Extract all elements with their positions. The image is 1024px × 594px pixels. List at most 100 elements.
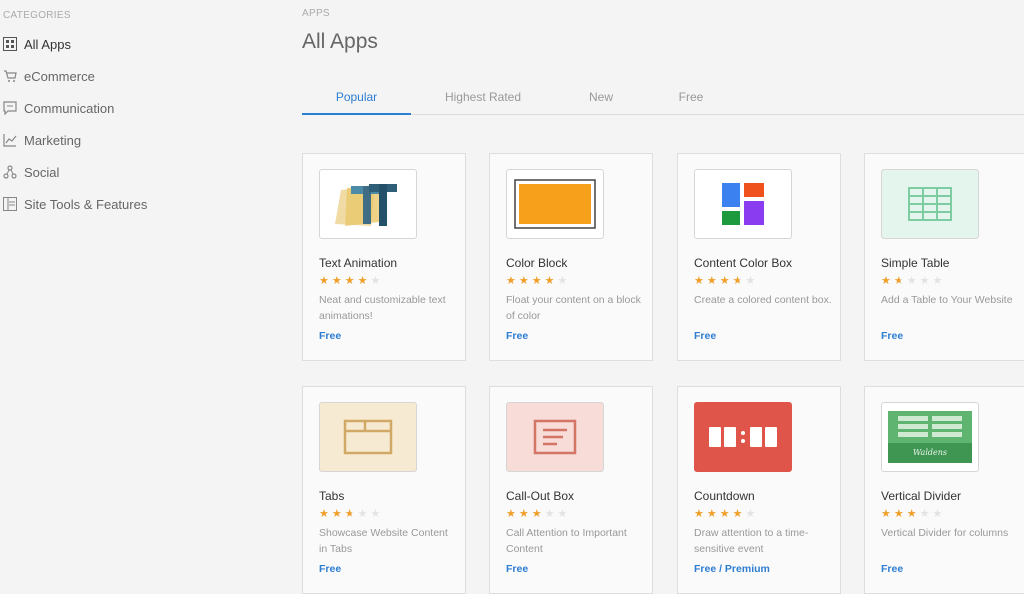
star-icon: ★ — [919, 275, 933, 287]
star-rating: ★★★★★ — [881, 508, 945, 520]
star-icon: ★ — [919, 508, 933, 520]
cart-icon — [2, 68, 18, 84]
app-card-simple-table[interactable]: Simple Table ★★★★★ Add a Table to Your W… — [864, 153, 1024, 361]
star-icon: ★ — [319, 508, 332, 520]
sidebar-item-social[interactable]: Social — [0, 161, 59, 183]
tab-highest-rated[interactable]: Highest Rated — [430, 80, 536, 114]
star-icon: ★ — [370, 275, 384, 287]
star-icon: ★ — [544, 508, 558, 520]
star-rating: ★★★★★ — [881, 275, 945, 287]
tab-free[interactable]: Free — [667, 80, 715, 114]
sidebar-item-marketing[interactable]: Marketing — [0, 129, 81, 151]
sidebar-item-label: Site Tools & Features — [24, 196, 148, 212]
app-price: Free — [319, 330, 342, 342]
categories-heading: CATEGORIES — [3, 10, 71, 21]
star-icon: ★ — [344, 275, 358, 287]
sidebar-item-label: All Apps — [24, 36, 71, 52]
star-icon: ★ — [518, 508, 532, 520]
app-card-vertical-divider[interactable]: Waldens Vertical Divider ★★★★★ Vertical … — [864, 386, 1024, 594]
chart-icon — [2, 132, 18, 148]
star-icon: ★ — [370, 508, 384, 520]
star-icon: ★ — [518, 275, 532, 287]
app-price: Free — [694, 330, 717, 342]
app-card-countdown[interactable]: Countdown ★★★★★ Draw attention to a time… — [677, 386, 841, 594]
sidebar-item-ecommerce[interactable]: eCommerce — [0, 65, 95, 87]
callout-box-icon — [506, 402, 604, 472]
star-rating: ★★★★★ — [506, 275, 570, 287]
app-card-content-color-box[interactable]: Content Color Box ★★★★★ Create a colored… — [677, 153, 841, 361]
star-icon: ★ — [732, 275, 746, 287]
app-title: Content Color Box — [694, 256, 793, 270]
star-icon: ★ — [544, 275, 558, 287]
star-icon: ★ — [357, 508, 371, 520]
sidebar-item-site-tools[interactable]: Site Tools & Features — [0, 193, 147, 215]
star-icon: ★ — [881, 275, 894, 287]
star-icon: ★ — [745, 508, 759, 520]
star-rating: ★★★★★ — [319, 275, 383, 287]
app-description: Neat and customizable text animations! — [319, 294, 446, 322]
app-title: Countdown — [694, 489, 755, 503]
app-card-color-block[interactable]: Color Block ★★★★★ Float your content on … — [489, 153, 653, 361]
star-icon: ★ — [745, 275, 759, 287]
star-rating: ★★★★★ — [694, 508, 758, 520]
star-icon: ★ — [881, 508, 894, 520]
tabs-icon — [319, 402, 417, 472]
star-icon: ★ — [893, 508, 907, 520]
star-icon: ★ — [906, 275, 920, 287]
sidebar-item-all-apps[interactable]: All Apps — [0, 33, 71, 55]
content-color-box-icon — [694, 169, 792, 239]
tab-new[interactable]: New — [577, 80, 625, 114]
app-price: Free — [881, 563, 904, 575]
app-title: Text Animation — [319, 256, 398, 270]
sidebar-item-label: Communication — [24, 100, 115, 116]
star-rating: ★★★★★ — [506, 508, 570, 520]
star-icon: ★ — [531, 508, 545, 520]
table-icon — [881, 169, 979, 239]
share-icon — [2, 164, 18, 180]
app-title: Tabs — [319, 489, 345, 503]
star-rating: ★★★★★ — [319, 508, 383, 520]
app-price: Free / Premium — [694, 563, 770, 575]
sidebar-item-label: Marketing — [24, 132, 82, 148]
app-description: Showcase Website Content in Tabs — [319, 527, 448, 555]
breadcrumb[interactable]: APPS — [302, 8, 330, 19]
star-icon: ★ — [694, 275, 707, 287]
star-icon: ★ — [732, 508, 746, 520]
sidebar-item-label: eCommerce — [24, 68, 95, 84]
star-icon: ★ — [531, 275, 545, 287]
sidebar-item-communication[interactable]: Communication — [0, 97, 114, 119]
star-icon: ★ — [932, 275, 946, 287]
app-description: Create a colored content box. — [694, 294, 832, 306]
app-title: Color Block — [506, 256, 568, 270]
app-card-call-out-box[interactable]: Call-Out Box ★★★★★ Call Attention to Imp… — [489, 386, 653, 594]
star-icon: ★ — [706, 275, 720, 287]
app-description: Vertical Divider for columns — [881, 527, 1009, 539]
star-icon: ★ — [906, 508, 920, 520]
app-description: Add a Table to Your Website — [881, 294, 1013, 306]
app-price: Free — [881, 330, 904, 342]
app-price: Free — [319, 563, 342, 575]
star-icon: ★ — [331, 275, 345, 287]
star-icon: ★ — [357, 275, 371, 287]
color-block-icon — [506, 169, 604, 239]
star-icon: ★ — [932, 508, 946, 520]
app-price: Free — [506, 330, 529, 342]
app-description: Float your content on a block of color — [506, 294, 641, 322]
star-icon: ★ — [706, 508, 720, 520]
app-card-tabs[interactable]: Tabs ★★★★★ Showcase Website Content in T… — [302, 386, 466, 594]
star-icon: ★ — [719, 275, 733, 287]
app-title: Call-Out Box — [506, 489, 575, 503]
app-description: Call Attention to Important Content — [506, 527, 627, 555]
star-icon: ★ — [893, 275, 907, 287]
chat-icon — [2, 100, 18, 116]
sort-tabs: Popular Highest Rated New Free — [302, 80, 1024, 115]
star-icon: ★ — [331, 508, 345, 520]
star-icon: ★ — [719, 508, 733, 520]
tab-popular[interactable]: Popular — [302, 80, 411, 115]
app-description: Draw attention to a time-sensitive event — [694, 527, 809, 555]
text-animation-icon — [319, 169, 417, 239]
grid-icon — [2, 36, 18, 52]
app-title: Vertical Divider — [881, 489, 962, 503]
categories-sidebar: CATEGORIES All Apps eCommerce Communicat… — [0, 0, 290, 585]
app-card-text-animation[interactable]: Text Animation ★★★★★ Neat and customizab… — [302, 153, 466, 361]
